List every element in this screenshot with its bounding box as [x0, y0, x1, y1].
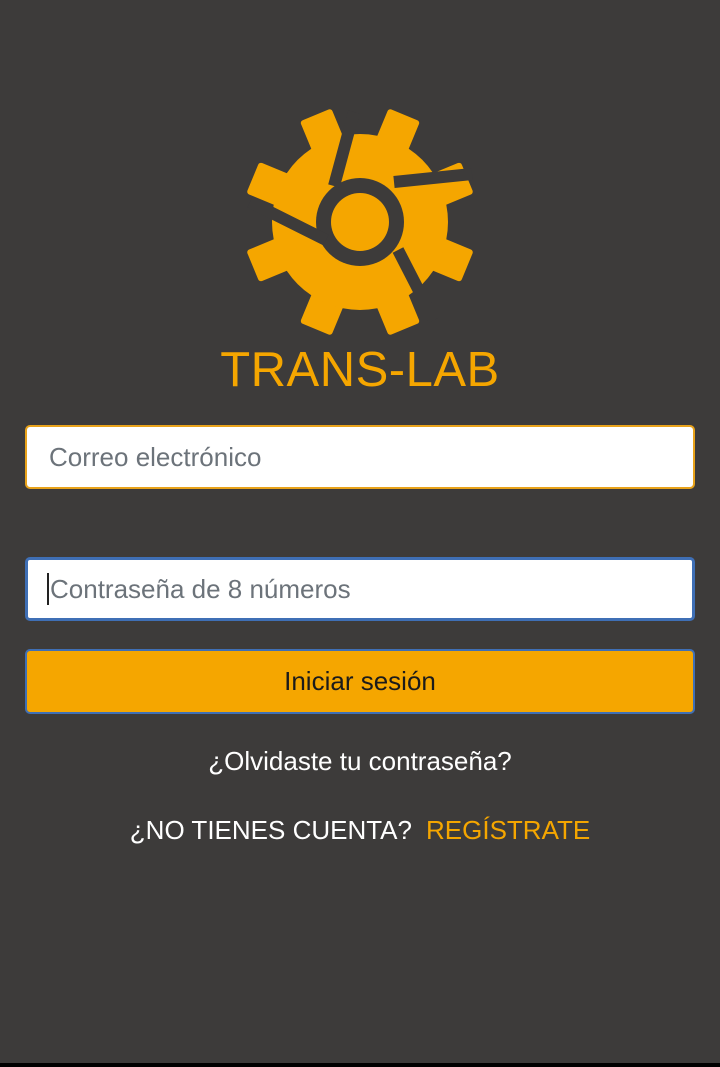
- password-field[interactable]: [25, 557, 695, 621]
- forgot-password-link[interactable]: ¿Olvidaste tu contraseña?: [0, 744, 720, 778]
- brand-title: TRANS-LAB: [220, 343, 500, 397]
- text-cursor: [47, 573, 49, 605]
- no-account-label: ¿NO TIENES CUENTA?: [129, 815, 412, 845]
- register-link[interactable]: REGÍSTRATE: [426, 815, 590, 845]
- email-field[interactable]: [25, 425, 695, 489]
- screen-bottom-edge: [0, 1063, 720, 1067]
- signup-row: ¿NO TIENES CUENTA? REGÍSTRATE: [0, 813, 720, 847]
- login-button[interactable]: Iniciar sesión: [25, 649, 695, 714]
- gear-logo-icon: [247, 109, 473, 335]
- login-screen: TRANS-LAB Iniciar sesión ¿Olvidaste tu c…: [0, 0, 720, 1063]
